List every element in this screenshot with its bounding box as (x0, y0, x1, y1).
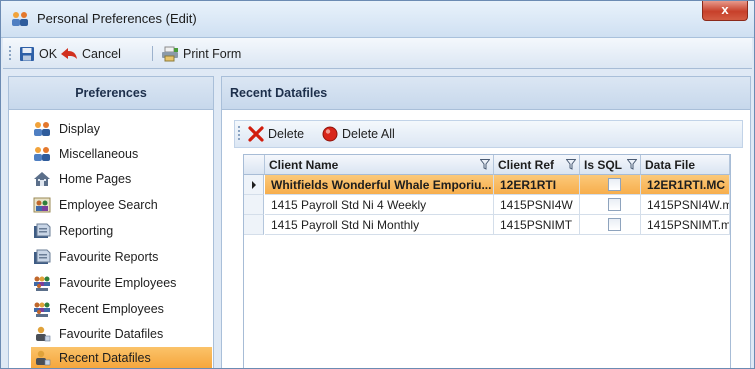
datafiles-grid: Client Name Client Ref Is SQL Data File … (243, 154, 731, 368)
delete-button[interactable]: Delete (248, 125, 304, 143)
main-toolbar: OK Cancel Print Form (3, 38, 752, 69)
nav-item-label: Reporting (59, 224, 114, 238)
print-form-button[interactable]: Print Form (161, 45, 241, 63)
stop-circle-icon (322, 126, 338, 142)
cancel-label: Cancel (82, 47, 121, 61)
column-header-label: Is SQL (584, 157, 623, 172)
people-icon (12, 12, 28, 26)
group-icon (34, 276, 50, 291)
nav-item-favourite-employees[interactable]: Favourite Employees (13, 272, 212, 294)
table-row[interactable]: Whitfields Wonderful Whale Emporiu... 12… (244, 175, 730, 195)
datafiles-toolbar: Delete Delete All (234, 120, 743, 148)
preferences-window: Personal Preferences (Edit) x OK Cancel (0, 0, 755, 369)
nav-item-label: Employee Search (59, 198, 158, 212)
row-indicator[interactable] (244, 175, 264, 195)
print-form-label: Print Form (183, 47, 242, 61)
toolbar-grip[interactable] (9, 46, 14, 60)
cell-client-ref[interactable]: 1415PSNI4W (494, 195, 580, 215)
nav-item-label: Favourite Reports (59, 250, 159, 264)
ok-label: OK (39, 47, 58, 61)
row-indicator[interactable] (244, 195, 264, 215)
cell-is-sql[interactable] (580, 175, 641, 195)
grid-corner (244, 155, 265, 175)
cell-client-name[interactable]: 1415 Payroll Std Ni Monthly (265, 215, 494, 235)
nav-item-recent-employees[interactable]: Recent Employees (13, 298, 212, 320)
nav-item-label: Favourite Datafiles (59, 327, 164, 341)
current-row-arrow-icon (252, 181, 256, 189)
nav-item-label: Miscellaneous (59, 147, 139, 161)
nav-item-miscellaneous[interactable]: Miscellaneous (13, 143, 212, 165)
filter-icon[interactable] (480, 159, 490, 170)
nav-item-label: Home Pages (59, 172, 132, 186)
delete-all-label: Delete All (342, 127, 395, 141)
recent-datafiles-header: Recent Datafiles (222, 77, 750, 110)
cell-client-ref[interactable]: 1415PSNIMT (494, 215, 580, 235)
nav-item-label: Recent Employees (59, 302, 164, 316)
cell-is-sql[interactable] (580, 215, 641, 235)
nav-item-label: Favourite Employees (59, 276, 177, 290)
nav-item-favourite-reports[interactable]: Favourite Reports (13, 246, 212, 268)
preferences-header: Preferences (9, 77, 213, 110)
nav-item-recent-datafiles[interactable]: Recent Datafiles (31, 347, 212, 368)
table-row[interactable]: 1415 Payroll Std Ni 4 Weekly 1415PSNI4W … (244, 195, 730, 215)
cell-data-file[interactable]: 12ER1RTI.MC (641, 175, 730, 195)
nav-item-label: Recent Datafiles (59, 351, 151, 365)
cell-data-file[interactable]: 1415PSNI4W.m (641, 195, 730, 215)
cell-client-name[interactable]: Whitfields Wonderful Whale Emporiu... (265, 175, 494, 195)
ok-button[interactable]: OK (19, 45, 57, 63)
people-icon (34, 122, 50, 136)
person-icon (36, 350, 51, 366)
preferences-panel: Preferences Display Miscellaneous Home P… (8, 76, 214, 368)
row-indicator[interactable] (244, 215, 264, 235)
is-sql-checkbox[interactable] (608, 218, 621, 231)
title-bar[interactable]: Personal Preferences (Edit) x (1, 1, 754, 38)
table-row[interactable]: 1415 Payroll Std Ni Monthly 1415PSNIMT 1… (244, 215, 730, 235)
nav-item-reporting[interactable]: Reporting (13, 220, 212, 242)
is-sql-checkbox[interactable] (608, 198, 621, 211)
cell-client-name[interactable]: 1415 Payroll Std Ni 4 Weekly (265, 195, 494, 215)
back-arrow-icon (61, 48, 77, 59)
toolbar-separator (152, 46, 153, 61)
report-icon (34, 223, 51, 238)
column-header-data-file[interactable]: Data File (641, 155, 730, 175)
cancel-button[interactable]: Cancel (60, 45, 121, 63)
group-icon (34, 302, 50, 317)
delete-all-button[interactable]: Delete All (322, 125, 395, 143)
column-header-client-name[interactable]: Client Name (265, 155, 494, 175)
nav-item-employee-search[interactable]: Employee Search (13, 194, 212, 216)
filter-icon[interactable] (566, 159, 576, 170)
toolbar-grip[interactable] (238, 126, 243, 140)
window-title: Personal Preferences (Edit) (37, 11, 197, 26)
cell-is-sql[interactable] (580, 195, 641, 215)
save-icon (20, 47, 34, 61)
is-sql-checkbox[interactable] (608, 178, 621, 191)
report-icon (34, 249, 51, 264)
column-header-label: Client Name (269, 157, 339, 172)
column-header-is-sql[interactable]: Is SQL (580, 155, 641, 175)
printer-icon (162, 46, 178, 62)
nav-item-home-pages[interactable]: Home Pages (13, 168, 212, 190)
people-icon (34, 147, 50, 161)
filter-icon[interactable] (627, 159, 637, 170)
nav-item-label: Display (59, 122, 100, 136)
home-icon (34, 172, 50, 186)
close-button[interactable]: x (702, 1, 748, 21)
delete-x-icon (248, 126, 264, 142)
delete-label: Delete (268, 127, 305, 141)
person-icon (36, 326, 51, 342)
nav-item-display[interactable]: Display (13, 118, 212, 140)
column-header-label: Client Ref (498, 157, 555, 172)
column-header-label: Data File (645, 157, 696, 172)
recent-datafiles-panel: Recent Datafiles Delete Delete All Clien… (221, 76, 751, 368)
nav-item-favourite-datafiles[interactable]: Favourite Datafiles (13, 323, 212, 345)
column-header-client-ref[interactable]: Client Ref (494, 155, 580, 175)
employee-search-icon (33, 197, 51, 213)
cell-data-file[interactable]: 1415PSNIMT.m (641, 215, 730, 235)
cell-client-ref[interactable]: 12ER1RTI (494, 175, 580, 195)
